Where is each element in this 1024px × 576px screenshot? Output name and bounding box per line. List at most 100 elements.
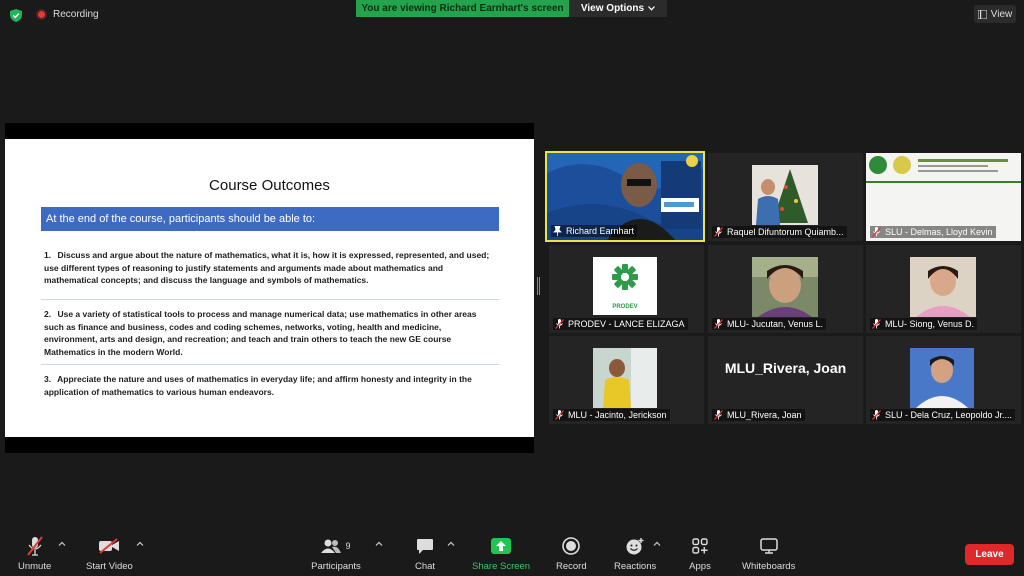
- participants-options-caret-icon[interactable]: [375, 540, 383, 548]
- start-video-button[interactable]: Start Video: [86, 536, 133, 572]
- leave-button[interactable]: Leave: [965, 544, 1014, 565]
- outcome-text: Appreciate the nature and uses of mathem…: [44, 374, 472, 397]
- participants-icon-wrap: 9: [310, 536, 362, 556]
- participants-count: 9: [345, 541, 351, 551]
- reactions-options-caret-icon[interactable]: [653, 540, 661, 548]
- prodev-logo-text: PRODEV: [612, 304, 638, 310]
- participant-photo: [910, 348, 974, 408]
- mic-muted-icon: [872, 227, 881, 237]
- apps-label: Apps: [689, 561, 711, 572]
- participant-name: MLU- Jucutan, Venus L.: [727, 319, 824, 329]
- prodev-logo: PRODEV: [593, 257, 657, 315]
- participant-tile[interactable]: MLU_Rivera, Joan MLU_Rivera, Joan: [708, 336, 863, 424]
- participant-name: SLU - Dela Cruz, Leopoldo Jr....: [885, 410, 1013, 420]
- meeting-toolbar: Unmute Start Video 9 Participants Chat S…: [0, 530, 1024, 576]
- participant-tile[interactable]: PRODEV PRODEV - LANCE ELIZAGA: [549, 245, 704, 333]
- mic-muted-icon: [714, 227, 723, 237]
- participant-tile[interactable]: SLU - Delmas, Lloyd Kevin: [866, 153, 1021, 241]
- outcome-number: 2.: [44, 309, 52, 319]
- outcome-item: 3. Appreciate the nature and uses of mat…: [44, 373, 494, 398]
- participant-name-tag: SLU - Delmas, Lloyd Kevin: [870, 226, 996, 238]
- unmute-button[interactable]: Unmute: [18, 536, 51, 572]
- participant-name: MLU_Rivera, Joan: [727, 410, 802, 420]
- outcome-text: Use a variety of statistical tools to pr…: [44, 309, 477, 357]
- slide-title: Course Outcomes: [209, 177, 330, 194]
- participant-name-tag: PRODEV - LANCE ELIZAGA: [553, 318, 688, 330]
- chat-options-caret-icon[interactable]: [447, 540, 455, 548]
- record-dot-icon: [36, 9, 47, 20]
- participant-photo: [752, 165, 818, 225]
- recording-indicator[interactable]: Recording: [36, 9, 99, 20]
- participant-photo: [752, 257, 818, 317]
- outcome-number: 3.: [44, 374, 52, 384]
- outcome-separator: [41, 364, 499, 365]
- participant-name-tag: MLU - Jacinto, Jerickson: [553, 409, 670, 421]
- chat-button[interactable]: Chat: [413, 536, 437, 572]
- pin-icon: [553, 226, 562, 236]
- participants-label: Participants: [311, 561, 361, 572]
- outcome-item: 1. Discuss and argue about the nature of…: [44, 249, 494, 287]
- participant-photo: [593, 348, 657, 408]
- participant-name-tag: SLU - Dela Cruz, Leopoldo Jr....: [870, 409, 1016, 421]
- viewing-screen-banner: You are viewing Richard Earnhart's scree…: [356, 0, 569, 17]
- prodev-logo-icon: [612, 264, 638, 290]
- grid-view-icon: [977, 9, 987, 19]
- participant-name-tag: Raquel Difuntorum Quiamb...: [712, 226, 847, 238]
- apps-button[interactable]: Apps: [688, 536, 712, 572]
- record-button[interactable]: Record: [556, 536, 587, 572]
- participant-name: PRODEV - LANCE ELIZAGA: [568, 319, 685, 329]
- mic-muted-icon: [714, 410, 723, 420]
- outcome-item: 2. Use a variety of statistical tools to…: [44, 308, 494, 358]
- participant-name: MLU- Siong, Venus D.: [885, 319, 975, 329]
- start-video-label: Start Video: [86, 561, 133, 572]
- mic-muted-icon: [872, 410, 881, 420]
- outcome-number: 1.: [44, 250, 52, 260]
- participant-photo: [910, 257, 976, 317]
- audio-options-caret-icon[interactable]: [58, 540, 66, 548]
- reactions-icon: [623, 536, 647, 556]
- presentation-slide: Course Outcomes At the end of the course…: [5, 139, 534, 437]
- share-screen-icon: [489, 536, 513, 556]
- chat-label: Chat: [414, 561, 436, 572]
- participant-tile[interactable]: Richard Earnhart: [545, 151, 705, 242]
- participant-tile[interactable]: Raquel Difuntorum Quiamb...: [708, 153, 863, 241]
- record-icon: [559, 536, 583, 556]
- share-screen-button[interactable]: Share Screen: [472, 536, 530, 572]
- unmute-label: Unmute: [18, 561, 52, 572]
- participant-tile[interactable]: MLU- Jucutan, Venus L.: [708, 245, 863, 333]
- participant-name-tag: MLU- Siong, Venus D.: [870, 318, 978, 330]
- apps-icon: [688, 536, 712, 556]
- share-screen-label: Share Screen: [472, 561, 531, 572]
- view-options-button[interactable]: View Options: [569, 0, 667, 17]
- reactions-button[interactable]: Reactions: [614, 536, 656, 572]
- mic-muted-icon: [23, 536, 47, 556]
- participant-name: SLU - Delmas, Lloyd Kevin: [885, 227, 993, 237]
- participant-name: MLU - Jacinto, Jerickson: [568, 410, 667, 420]
- view-label: View: [990, 8, 1013, 20]
- mic-muted-icon: [714, 319, 723, 329]
- chevron-down-icon: [648, 6, 656, 11]
- view-button[interactable]: View: [974, 5, 1016, 23]
- participants-button[interactable]: 9 Participants: [310, 536, 362, 572]
- participant-tile[interactable]: MLU - Jacinto, Jerickson: [549, 336, 704, 424]
- participant-tile[interactable]: SLU - Dela Cruz, Leopoldo Jr....: [866, 336, 1021, 424]
- video-options-caret-icon[interactable]: [136, 540, 144, 548]
- participant-name-tag: Richard Earnhart: [551, 225, 638, 237]
- outcome-text: Discuss and argue about the nature of ma…: [44, 250, 490, 285]
- participants-icon: [321, 539, 342, 553]
- mic-muted-icon: [872, 319, 881, 329]
- shared-screen: Course Outcomes At the end of the course…: [5, 123, 534, 453]
- video-off-icon: [97, 536, 121, 556]
- view-options-label: View Options: [580, 3, 645, 14]
- whiteboards-button[interactable]: Whiteboards: [742, 536, 795, 572]
- top-bar: Recording You are viewing Richard Earnha…: [0, 0, 1024, 30]
- participant-tile[interactable]: MLU- Siong, Venus D.: [866, 245, 1021, 333]
- chat-icon: [413, 536, 437, 556]
- mic-muted-icon: [555, 410, 564, 420]
- participant-name: Raquel Difuntorum Quiamb...: [727, 227, 844, 237]
- participant-name-tag: MLU_Rivera, Joan: [712, 409, 805, 421]
- security-shield-icon[interactable]: [10, 9, 22, 22]
- whiteboard-icon: [757, 536, 781, 556]
- participant-name: Richard Earnhart: [566, 226, 635, 236]
- split-resize-handle[interactable]: [537, 277, 540, 295]
